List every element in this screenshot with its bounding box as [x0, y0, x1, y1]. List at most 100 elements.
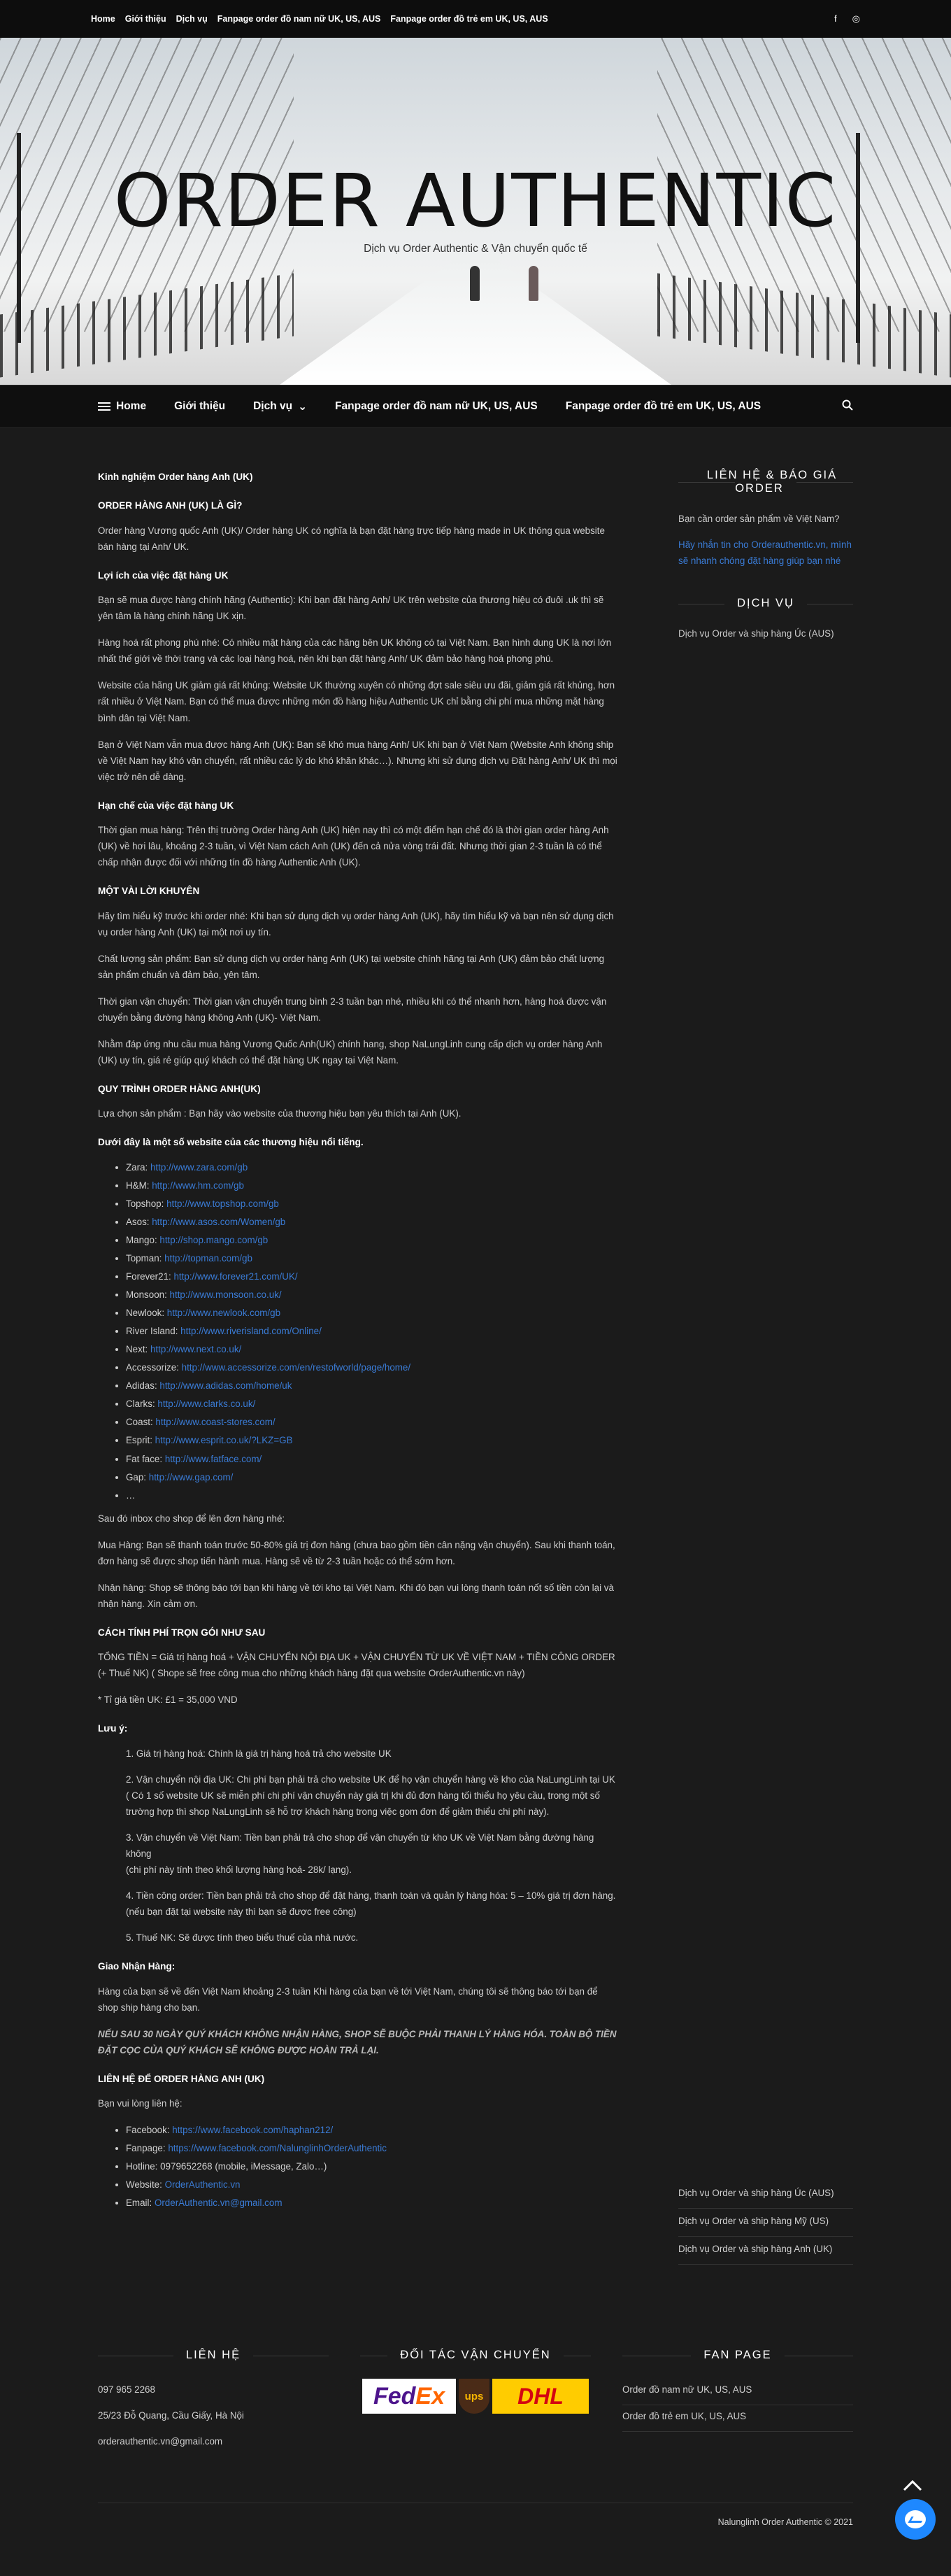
brand-item: Fat face: http://www.fatface.com/	[126, 1451, 619, 1467]
service-link-aus[interactable]: Dịch vụ Order và ship hàng Úc (AUS)	[678, 2181, 853, 2209]
contact-question: Bạn cần order sản phẩm về Việt Nam?	[678, 514, 840, 524]
walking-person	[529, 266, 538, 301]
footer-email[interactable]: orderauthentic.vn@gmail.com	[98, 2430, 329, 2456]
brand-link[interactable]: http://www.forever21.com/UK/	[173, 1271, 297, 1282]
contact-item: Website: OrderAuthentic.vn	[126, 2177, 619, 2193]
chevron-up-icon[interactable]	[902, 2475, 923, 2496]
brand-name: Clarks:	[126, 1399, 158, 1410]
main-navigation: Home Giới thiệu Dịch vụ ⌄ Fanpage order …	[0, 385, 951, 428]
brand-name: River Island:	[126, 1326, 181, 1337]
brand-link[interactable]: http://www.esprit.co.uk/?LKZ=GB	[155, 1435, 293, 1445]
section-heading-brands: Dưới đây là một số website của các thươn…	[98, 1137, 364, 1148]
widget-title: DỊCH VỤ	[678, 597, 853, 610]
paragraph: Thời gian vận chuyển: Thời gian vận chuy…	[98, 996, 607, 1023]
note-item: 1. Giá trị hàng hoá: Chính là giá trị hà…	[126, 1748, 392, 1759]
nav-fanpage-kids-label: Fanpage order đồ trẻ em UK, US, AUS	[565, 400, 761, 412]
brand-link[interactable]: http://shop.mango.com/gb	[159, 1235, 268, 1245]
top-menu-about[interactable]: Giới thiệu	[125, 14, 166, 24]
site-tagline: Dịch vụ Order Authentic & Vận chuyển quố…	[364, 243, 587, 255]
brand-name: Adidas:	[126, 1380, 160, 1392]
top-menu: Home Giới thiệu Dịch vụ Fanpage order đồ…	[91, 14, 548, 24]
brand-item: Clarks: http://www.clarks.co.uk/	[126, 1396, 619, 1412]
messenger-icon[interactable]	[895, 2499, 936, 2540]
top-menu-home[interactable]: Home	[91, 14, 115, 24]
brand-name: Topshop:	[126, 1198, 167, 1209]
paragraph: Sau đó inbox cho shop để lên đơn hàng nh…	[98, 1513, 285, 1524]
instagram-icon[interactable]: ◎	[852, 13, 860, 24]
contact-label: Email:	[126, 2198, 155, 2209]
paragraph: Nhận hàng: Shop sẽ thông báo tới bạn khi…	[98, 1582, 614, 1609]
brand-link[interactable]: http://www.newlook.com/gb	[167, 1308, 280, 1318]
nav-fanpage-adult[interactable]: Fanpage order đồ nam nữ UK, US, AUS	[335, 400, 538, 413]
brand-name: Asos:	[126, 1216, 152, 1227]
brand-link[interactable]: http://www.riverisland.com/Online/	[180, 1326, 322, 1336]
brand-link[interactable]: http://topman.com/gb	[164, 1253, 252, 1264]
nav-home[interactable]: Home	[98, 400, 146, 413]
section-heading-advice: MỘT VÀI LỜI KHUYÊN	[98, 886, 200, 897]
article-title: Kinh nghiệm Order hàng Anh (UK)	[98, 472, 253, 482]
brand-name: Gap:	[126, 1471, 149, 1482]
contact-widget: LIÊN HỆ & BÁO GIÁ ORDER Bạn cần order sả…	[678, 469, 853, 569]
footer-partners: ĐỐI TÁC VẬN CHUYỂN Fed Ex ups DHL	[360, 2349, 591, 2456]
sidebar: LIÊN HỆ & BÁO GIÁ ORDER Bạn cần order sả…	[678, 469, 853, 2293]
contact-value[interactable]: https://www.facebook.com/haphan212/	[172, 2125, 333, 2135]
facebook-icon[interactable]: f	[834, 13, 837, 24]
services-widget: DỊCH VỤ Dịch vụ Order và ship hàng Úc (A…	[678, 597, 853, 642]
top-menu-services[interactable]: Dịch vụ	[176, 14, 208, 24]
brand-name: Monsoon:	[126, 1289, 170, 1301]
top-bar: Home Giới thiệu Dịch vụ Fanpage order đồ…	[0, 0, 951, 38]
brand-link[interactable]: http://www.next.co.uk/	[150, 1344, 241, 1354]
footer-contact: LIÊN HỆ 097 965 2268 25/23 Đỗ Quang, Cầu…	[98, 2349, 329, 2456]
top-menu-fanpage-adult[interactable]: Fanpage order đồ nam nữ UK, US, AUS	[217, 14, 381, 24]
section-heading-note: Lưu ý:	[98, 1723, 128, 1734]
brand-link[interactable]: http://www.hm.com/gb	[152, 1180, 244, 1191]
contact-value[interactable]: OrderAuthentic.vn@gmail.com	[155, 2198, 283, 2208]
top-menu-fanpage-kids[interactable]: Fanpage order đồ trẻ em UK, US, AUS	[390, 14, 548, 24]
brand-list: Zara: http://www.zara.com/gb H&M: http://…	[126, 1159, 619, 1503]
note-item: 4. Tiền công order: Tiền bạn phải trả ch…	[126, 1890, 616, 1918]
brand-link[interactable]: http://www.coast-stores.com/	[155, 1417, 275, 1427]
footer: LIÊN HỆ 097 965 2268 25/23 Đỗ Quang, Cầu…	[0, 2349, 951, 2456]
section-heading-process: QUY TRÌNH ORDER HÀNG ANH(UK)	[98, 1083, 261, 1094]
nav-about[interactable]: Giới thiệu	[174, 400, 225, 413]
section-heading-limit: Hạn chế của việc đặt hàng UK	[98, 800, 234, 811]
contact-value[interactable]: OrderAuthentic.vn	[165, 2179, 241, 2190]
brand-link[interactable]: http://www.gap.com/	[149, 1472, 234, 1482]
brand-link[interactable]: http://www.clarks.co.uk/	[157, 1399, 255, 1409]
service-link-uk[interactable]: Dịch vụ Order và ship hàng Anh (UK)	[678, 2237, 853, 2265]
section-heading-contact: LIÊN HỆ ĐỂ ORDER HÀNG ANH (UK)	[98, 2073, 265, 2084]
footer-fanpage: FAN PAGE Order đồ nam nữ UK, US, AUS Ord…	[622, 2349, 853, 2456]
brand-link[interactable]: http://www.adidas.com/home/uk	[159, 1380, 292, 1391]
section-heading-what: ORDER HÀNG ANH (UK) LÀ GÌ?	[98, 500, 243, 511]
nav-fanpage-kids[interactable]: Fanpage order đồ trẻ em UK, US, AUS	[566, 400, 761, 413]
brand-item: Adidas: http://www.adidas.com/home/uk	[126, 1378, 619, 1394]
brand-link[interactable]: http://www.asos.com/Women/gb	[152, 1217, 285, 1227]
dhl-logo: DHL	[492, 2379, 589, 2414]
brand-link[interactable]: http://www.accessorize.com/en/restofworl…	[182, 1362, 410, 1373]
note-item: 3. Vận chuyển về Việt Nam: Tiền bạn phải…	[126, 1832, 594, 1876]
hamburger-icon[interactable]	[98, 402, 110, 411]
nav-services[interactable]: Dịch vụ ⌄	[253, 400, 307, 413]
brand-link[interactable]: http://www.topshop.com/gb	[166, 1198, 279, 1209]
service-link-us[interactable]: Dịch vụ Order và ship hàng Mỹ (US)	[678, 2209, 853, 2237]
note-item: 5. Thuế NK: Sẽ được tính theo biểu thuế …	[126, 1932, 359, 1944]
brand-item: Mango: http://shop.mango.com/gb	[126, 1232, 619, 1248]
ups-logo: ups	[459, 2379, 489, 2414]
paragraph: Bạn vui lòng liên hệ:	[98, 2098, 183, 2109]
search-icon[interactable]	[842, 399, 853, 414]
section-heading-benefit: Lợi ích của việc đặt hàng UK	[98, 569, 229, 581]
contact-link[interactable]: Hãy nhắn tin cho Orderauthentic.vn, mình…	[678, 539, 852, 566]
service-link[interactable]: Dịch vụ Order và ship hàng Úc (AUS)	[678, 625, 853, 642]
brand-link[interactable]: http://www.zara.com/gb	[150, 1162, 248, 1173]
paragraph: Bạn ở Việt Nam vẫn mua được hàng Anh (UK…	[98, 739, 617, 782]
brand-link[interactable]: http://www.fatface.com/	[165, 1454, 262, 1464]
brand-name: H&M:	[126, 1180, 152, 1191]
brand-name: Esprit:	[126, 1435, 155, 1446]
fanpage-link-adult[interactable]: Order đồ nam nữ UK, US, AUS	[622, 2379, 853, 2406]
contact-value[interactable]: https://www.facebook.com/NalunglinhOrder…	[168, 2143, 387, 2153]
brand-name: Mango:	[126, 1234, 160, 1245]
brand-item: Forever21: http://www.forever21.com/UK/	[126, 1268, 619, 1285]
fanpage-link-kids[interactable]: Order đồ trẻ em UK, US, AUS	[622, 2405, 853, 2433]
site-title[interactable]: ORDER AUTHENTIC	[0, 158, 951, 243]
brand-link[interactable]: http://www.monsoon.co.uk/	[170, 1289, 282, 1300]
